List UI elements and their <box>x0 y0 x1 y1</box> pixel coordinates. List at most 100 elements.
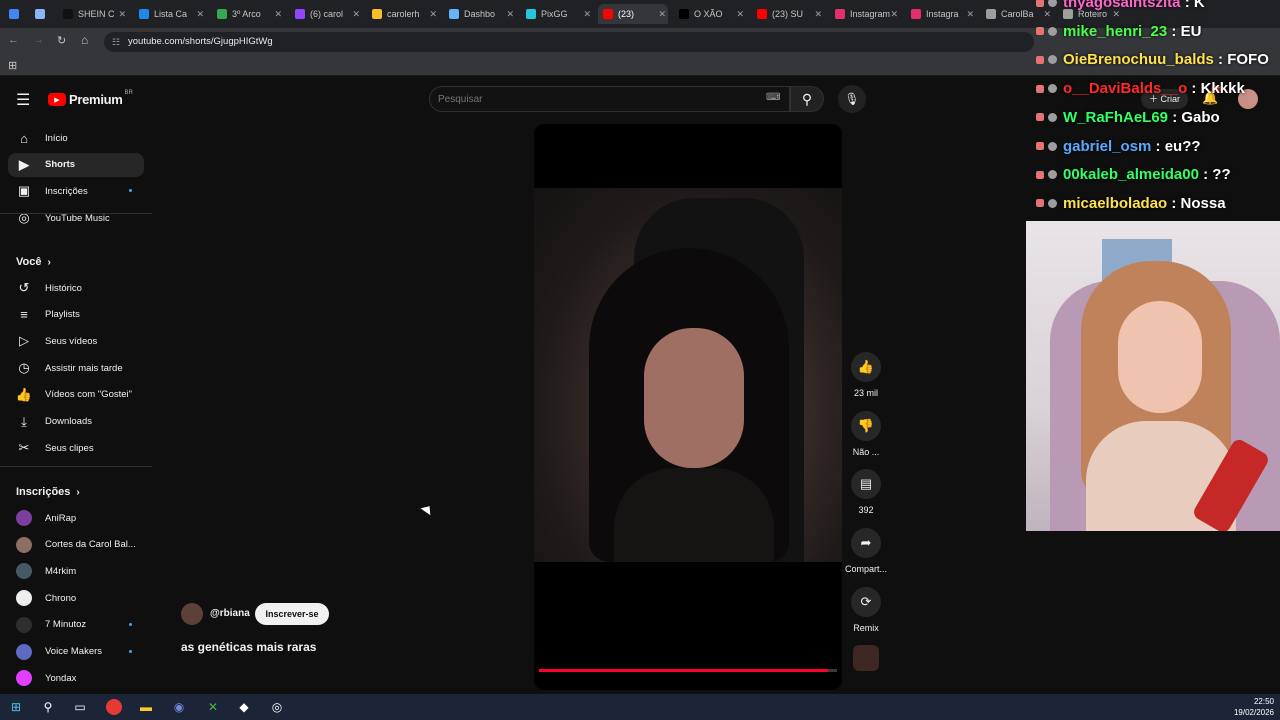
browser-tab[interactable]: 3º Arco ✕ <box>212 4 284 24</box>
tab-close-icon[interactable]: ✕ <box>196 9 204 20</box>
sidebar-item-seus-v-deos[interactable]: ▷ Seus vídeos <box>8 329 144 353</box>
tab-close-icon[interactable]: ✕ <box>352 9 360 20</box>
subscription-item[interactable]: Yondax <box>8 666 144 690</box>
browser-tab[interactable] <box>4 4 26 24</box>
chrome-icon[interactable] <box>106 699 122 715</box>
search-input[interactable] <box>438 91 758 107</box>
tab-close-icon[interactable]: ✕ <box>274 9 282 20</box>
channel-avatar[interactable] <box>181 603 203 625</box>
share-label: Compart... <box>844 564 887 575</box>
reload-icon[interactable]: ↻ <box>57 34 66 47</box>
back-icon[interactable]: ← <box>8 34 19 46</box>
subscription-item[interactable]: Cortes da Carol Bal... <box>8 533 144 557</box>
sidebar-item-shorts[interactable]: ▶ Shorts <box>8 152 144 177</box>
discord-icon[interactable]: ◉ <box>171 699 187 715</box>
sidebar-item-youtube-music[interactable]: ◎ YouTube Music <box>8 206 144 230</box>
audio-avatar[interactable] <box>853 645 879 671</box>
logo-text: Premium <box>69 92 123 107</box>
browser-tab[interactable]: Instagra ✕ <box>906 4 976 24</box>
sidebar-item-assistir-mais-tarde[interactable]: ◷ Assistir mais tarde <box>8 356 144 380</box>
sidebar-item-label: Histórico <box>45 282 82 294</box>
tab-close-icon[interactable]: ✕ <box>506 9 514 20</box>
tab-close-icon[interactable]: ✕ <box>966 9 974 20</box>
search-box[interactable]: ⌨ <box>429 86 790 112</box>
subscription-item[interactable]: Chrono <box>8 586 144 610</box>
chat-username: OieBrenochuu_balds <box>1063 51 1214 69</box>
sidebar-item-playlists[interactable]: ≡ Playlists <box>8 303 144 327</box>
youtube-logo[interactable]: ▶ Premium BR <box>48 90 133 107</box>
browser-tab[interactable]: PixGG ✕ <box>521 4 593 24</box>
windows-start-icon[interactable]: ⊞ <box>8 699 24 715</box>
sidebar-item-downloads[interactable]: ⤓ Downloads <box>8 410 144 434</box>
video-progress-track[interactable] <box>539 669 837 672</box>
search-button[interactable]: ⚲ <box>790 86 824 112</box>
dislike-button[interactable]: 👎 Não ... <box>836 410 896 457</box>
xbox-icon[interactable]: ✕ <box>205 699 221 715</box>
tab-close-icon[interactable]: ✕ <box>429 9 437 20</box>
voice-search-button[interactable]: 🎙 <box>838 85 866 113</box>
subscription-item[interactable]: 7 Minutoz <box>8 613 144 637</box>
short-video-player[interactable] <box>534 124 842 690</box>
like-button[interactable]: 👍 23 mil <box>836 352 896 398</box>
sidebar-item-inscri-es[interactable]: ▣ Inscrições <box>8 179 144 203</box>
browser-tab[interactable]: Instagram ✕ <box>830 4 900 24</box>
comments-button[interactable]: ▤ 392 <box>836 469 896 515</box>
browser-tab[interactable]: SHEIN C ✕ <box>58 4 128 24</box>
chat-text: K <box>1193 0 1205 11</box>
menu-icon[interactable]: ☰ <box>16 90 30 110</box>
task-view-icon[interactable]: ▭ <box>72 699 88 715</box>
mic-icon: 🎙 <box>844 92 860 106</box>
app-icon[interactable]: ◆ <box>236 699 252 715</box>
subscriptions-icon: ▣ <box>17 183 31 199</box>
tab-close-icon[interactable]: ✕ <box>658 9 666 20</box>
browser-tab[interactable]: (23) SU ✕ <box>752 4 824 24</box>
channel-name[interactable]: @rbiana <box>210 608 250 619</box>
search-icon[interactable]: ⚲ <box>40 699 56 715</box>
remix-label: Remix <box>853 622 879 633</box>
subscribe-button[interactable]: Inscrever-se <box>255 603 329 625</box>
share-button[interactable]: ➦ Compart... <box>836 528 896 574</box>
browser-tab[interactable]: O XÃO ✕ <box>674 4 746 24</box>
site-info-icon[interactable]: ☷ <box>112 32 120 52</box>
browser-tab[interactable]: (6) carol ✕ <box>290 4 362 24</box>
new-content-dot <box>129 649 132 653</box>
sidebar-item-label: Assistir mais tarde <box>45 362 123 374</box>
tab-favicon-icon <box>986 9 996 19</box>
download-icon: ⤓ <box>21 413 27 429</box>
tab-close-icon[interactable]: ✕ <box>583 9 591 20</box>
short-title[interactable]: as genéticas mais raras <box>181 640 316 654</box>
sidebar-item-hist-rico[interactable]: ↺ Histórico <box>8 276 144 300</box>
sidebar-item-v-deos-com-gostei[interactable]: 👍 Vídeos com "Gostei" <box>8 383 144 407</box>
comment-icon: ▤ <box>851 469 881 500</box>
tab-favicon-icon <box>449 9 459 19</box>
keyboard-icon[interactable]: ⌨ <box>766 92 780 103</box>
tab-label: Instagram <box>850 9 891 19</box>
apps-icon[interactable]: ⊞ <box>8 59 17 72</box>
forward-icon[interactable]: → <box>33 34 44 46</box>
sidebar-item-seus-clipes[interactable]: ✂ Seus clipes <box>8 436 144 460</box>
tab-close-icon[interactable]: ✕ <box>814 9 822 20</box>
obs-icon[interactable]: ◎ <box>269 699 285 715</box>
tab-label: carolerh <box>387 9 420 19</box>
you-section-title[interactable]: Você › <box>16 256 51 268</box>
subscription-item[interactable]: Voice Makers <box>8 640 144 664</box>
tab-label: Lista Ca <box>154 9 188 19</box>
subscriber-badge-icon <box>1036 113 1044 122</box>
file-explorer-icon[interactable]: ▬ <box>138 699 154 715</box>
sidebar-item-in-cio[interactable]: ⌂ Início <box>8 126 144 150</box>
subscription-item[interactable]: AniRap <box>8 506 144 530</box>
remix-button[interactable]: ⟳ Remix <box>836 586 896 633</box>
browser-tab[interactable]: Dashbo ✕ <box>444 4 516 24</box>
subscriptions-section-title[interactable]: Inscrições › <box>16 486 80 498</box>
tab-close-icon[interactable]: ✕ <box>736 9 744 20</box>
subscription-item[interactable]: M4rkim <box>8 559 144 583</box>
home-icon[interactable]: ⌂ <box>81 33 88 47</box>
clock[interactable]: 22:50 19/02/2026 <box>1228 696 1274 718</box>
address-bar[interactable]: ☷ youtube.com/shorts/GjugpHIGtWg <box>104 32 1034 52</box>
browser-tab[interactable]: Lista Ca ✕ <box>134 4 206 24</box>
tab-close-icon[interactable]: ✕ <box>118 9 126 20</box>
browser-tab[interactable]: (23) ✕ <box>598 4 668 24</box>
browser-tab[interactable] <box>30 4 54 24</box>
tab-close-icon[interactable]: ✕ <box>890 9 898 20</box>
browser-tab[interactable]: carolerh ✕ <box>367 4 439 24</box>
